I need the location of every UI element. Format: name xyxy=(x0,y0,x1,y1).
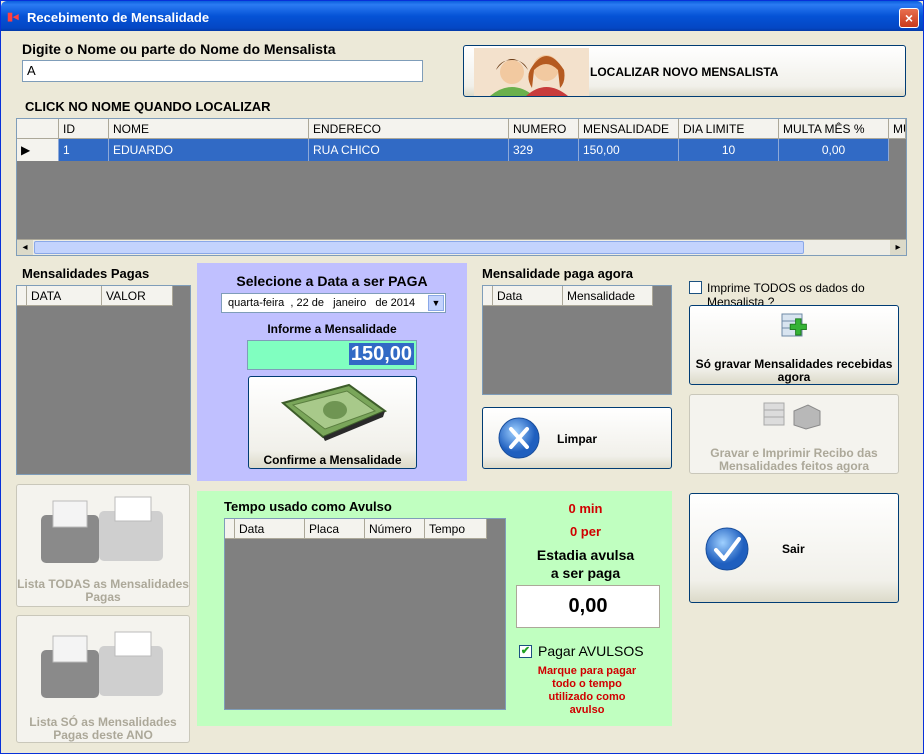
cell-multa-mes: 0,00 xyxy=(779,139,889,161)
people-icon xyxy=(474,48,589,96)
row-pointer-icon: ▶ xyxy=(17,139,59,161)
avulso-periods: 0 per xyxy=(569,524,602,539)
cell-endereco: RUA CHICO xyxy=(309,139,509,161)
paid-now-grid[interactable]: Data Mensalidade xyxy=(482,285,672,395)
pay-avulsos-checkbox[interactable]: ✔ xyxy=(519,645,532,658)
avulso-grid-header: Data Placa Número Tempo xyxy=(225,519,487,539)
scroll-right-icon[interactable]: ▸ xyxy=(890,240,906,255)
paid-grid[interactable]: DATA VALOR xyxy=(16,285,191,475)
row-header-corner xyxy=(483,286,493,306)
col-dia-limite[interactable]: DIA LIMITE xyxy=(679,119,779,139)
amount-input[interactable]: 150,00 xyxy=(247,340,417,370)
date-panel-title: Selecione a Data a ser PAGA xyxy=(236,273,428,289)
database-add-icon xyxy=(781,313,807,337)
row-header-corner xyxy=(17,119,59,139)
col-mensalidade[interactable]: Mensalidade xyxy=(563,286,653,306)
save-only-label: Só gravar Mensalidades recebidas agora xyxy=(695,357,893,384)
row-header-corner xyxy=(225,519,235,539)
col-numero[interactable]: NUMERO xyxy=(509,119,579,139)
cell-nome: EDUARDO xyxy=(109,139,309,161)
list-year-label: Lista SÓ as Mensalidades Pagas deste ANO xyxy=(29,715,177,742)
cell-dia-limite: 10 xyxy=(679,139,779,161)
checkmark-icon xyxy=(705,527,749,571)
avulso-panel: Tempo usado como Avulso Data Placa Númer… xyxy=(197,491,672,726)
locate-client-label: LOCALIZAR NOVO MENSALISTA xyxy=(590,65,779,79)
close-button[interactable]: × xyxy=(899,8,919,28)
printer-icon xyxy=(41,496,163,563)
col-data[interactable]: Data xyxy=(493,286,563,306)
clear-button[interactable]: Limpar xyxy=(482,407,672,469)
cell-id: 1 xyxy=(59,139,109,161)
date-value: quarta-feira , 22 de janeiro de 2014 xyxy=(228,297,416,309)
clients-grid-header: ID NOME ENDERECO NUMERO MENSALIDADE DIA … xyxy=(17,119,906,139)
col-numero[interactable]: Número xyxy=(365,519,425,539)
col-endereco[interactable]: ENDERECO xyxy=(309,119,509,139)
paid-now-title: Mensalidade paga agora xyxy=(482,266,633,281)
scroll-thumb[interactable] xyxy=(34,241,804,254)
pay-avulsos-hint: Marque para pagar todo o tempo utilizado… xyxy=(537,665,637,716)
col-multa-mes[interactable]: MULTA MÊS % xyxy=(779,119,889,139)
search-label: Digite o Nome ou parte do Nome do Mensal… xyxy=(22,41,336,57)
cell-mensalidade: 150,00 xyxy=(579,139,679,161)
horizontal-scrollbar[interactable]: ◂ ▸ xyxy=(17,239,906,255)
database-print-icon xyxy=(763,402,821,430)
avulso-minutes: 0 min xyxy=(568,501,603,516)
stay-label-2: a ser paga xyxy=(550,565,621,581)
avulso-grid[interactable]: Data Placa Número Tempo xyxy=(224,518,506,710)
list-all-label: Lista TODAS as Mensalidades Pagas xyxy=(17,577,189,604)
chevron-down-icon[interactable]: ▼ xyxy=(428,295,444,311)
avulso-title: Tempo usado como Avulso xyxy=(224,499,392,514)
col-data[interactable]: DATA xyxy=(27,286,102,306)
main-window: ▮◂ Recebimento de Mensalidade × Digite o… xyxy=(0,0,924,754)
app-icon: ▮◂ xyxy=(7,11,19,23)
title-bar[interactable]: ▮◂ Recebimento de Mensalidade × xyxy=(1,1,923,31)
printer-icon xyxy=(41,631,163,698)
paid-grid-header: DATA VALOR xyxy=(17,286,173,306)
col-placa[interactable]: Placa xyxy=(305,519,365,539)
col-id[interactable]: ID xyxy=(59,119,109,139)
search-input[interactable]: A xyxy=(22,60,423,82)
amount-value: 150,00 xyxy=(348,343,414,365)
exit-label: Sair xyxy=(782,542,805,556)
col-nome[interactable]: NOME xyxy=(109,119,309,139)
clients-grid[interactable]: ID NOME ENDERECO NUMERO MENSALIDADE DIA … xyxy=(16,118,907,256)
save-print-label: Gravar e Imprimir Recibo das Mensalidade… xyxy=(710,446,878,473)
save-print-button[interactable]: Gravar e Imprimir Recibo das Mensalidade… xyxy=(689,394,899,474)
scroll-left-icon[interactable]: ◂ xyxy=(17,240,33,255)
confirm-payment-button[interactable]: Confirme a Mensalidade xyxy=(248,376,417,469)
money-icon xyxy=(280,383,388,441)
date-panel: Selecione a Data a ser PAGA quarta-feira… xyxy=(197,263,467,481)
list-year-button[interactable]: Lista SÓ as Mensalidades Pagas deste ANO xyxy=(16,615,190,743)
print-all-checkbox[interactable] xyxy=(689,281,702,294)
clear-x-icon xyxy=(498,417,540,459)
date-picker[interactable]: quarta-feira , 22 de janeiro de 2014 ▼ xyxy=(221,293,446,313)
paid-title: Mensalidades Pagas xyxy=(22,266,150,281)
col-valor[interactable]: VALOR xyxy=(102,286,173,306)
amount-label: Informe a Mensalidade xyxy=(267,322,397,336)
stay-value: 0,00 xyxy=(516,585,660,628)
window-title: Recebimento de Mensalidade xyxy=(27,10,210,25)
col-mu[interactable]: MU xyxy=(889,119,906,139)
row-header-corner xyxy=(17,286,27,306)
clear-label: Limpar xyxy=(557,432,598,446)
save-only-button[interactable]: Só gravar Mensalidades recebidas agora xyxy=(689,305,899,385)
stay-label-1: Estadia avulsa xyxy=(536,547,635,563)
list-all-button[interactable]: Lista TODAS as Mensalidades Pagas xyxy=(16,484,190,607)
col-tempo[interactable]: Tempo xyxy=(425,519,487,539)
col-data[interactable]: Data xyxy=(235,519,305,539)
grid-hint: CLICK NO NOME QUANDO LOCALIZAR xyxy=(25,99,271,114)
paid-now-grid-header: Data Mensalidade xyxy=(483,286,653,306)
cell-numero: 329 xyxy=(509,139,579,161)
confirm-payment-label: Confirme a Mensalidade xyxy=(263,453,402,467)
table-row[interactable]: ▶ 1 EDUARDO RUA CHICO 329 150,00 10 0,00 xyxy=(17,139,889,161)
locate-client-button[interactable]: LOCALIZAR NOVO MENSALISTA xyxy=(463,45,906,97)
col-mensalidade[interactable]: MENSALIDADE xyxy=(579,119,679,139)
exit-button[interactable]: Sair xyxy=(689,493,899,603)
pay-avulsos-label: Pagar AVULSOS xyxy=(538,643,644,659)
